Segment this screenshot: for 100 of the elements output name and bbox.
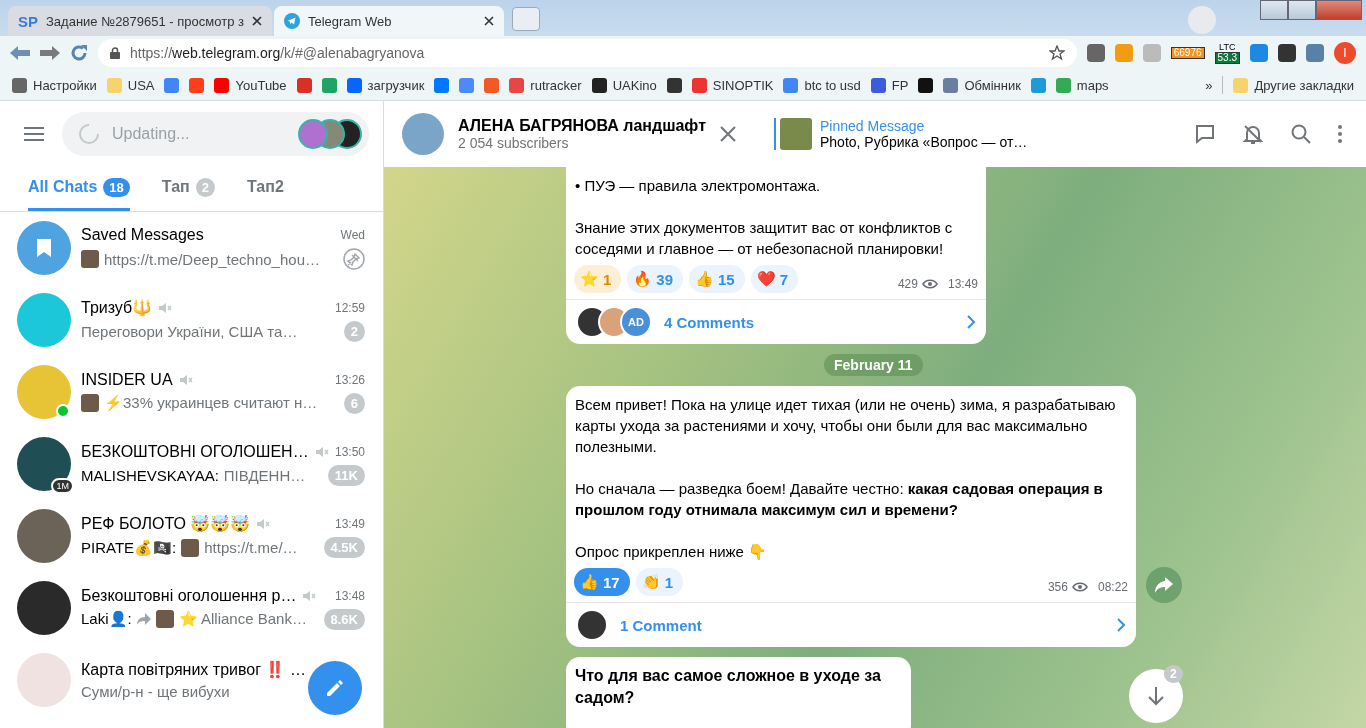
bookmark-icon [35,237,53,259]
unread-count: 6 [343,392,365,414]
more-bookmarks-button[interactable]: » [1205,77,1213,93]
muted-speaker-icon [178,374,193,385]
close-icon[interactable] [483,16,494,26]
share-button[interactable] [1146,567,1182,603]
unread-count: 2 [343,321,365,342]
bookmark[interactable]: rutracker [509,77,582,93]
chat-time: 13:26 [334,372,365,387]
chat-name[interactable]: РЕФ БОЛОТО 🤯🤯🤯 [81,514,251,533]
message-preview: ⚡33% украинцев считают н… [104,394,318,412]
view-count: 356 [1047,580,1068,594]
back-icon[interactable] [10,46,30,60]
bookmark[interactable]: SINOPTIK [691,77,774,93]
restore-button[interactable] [1288,0,1316,20]
price-badge: 53.3 [1214,52,1240,64]
new-tab-button[interactable] [511,7,540,31]
pencil-icon [325,678,345,698]
message-sender: PIRATE💰🏴‍☠: [81,538,177,557]
unread-count: 4.5K [323,537,365,558]
date-pill: February 11 [824,354,923,376]
chat-time: Wed [340,228,365,242]
chat-name[interactable]: Карта повітряних тривог ‼ … [81,660,306,679]
muted-speaker-icon [314,446,329,457]
browser-tab[interactable]: SP Задание №2879651 - просмотр з [8,6,272,36]
chat-name[interactable]: Saved Messages [81,226,204,244]
folder-count: 2 [195,177,215,197]
message-time: 08:22 [1097,580,1128,594]
message-sender: MALISHEVSKAYAA: [81,466,219,484]
chat-time: 12:59 [334,300,365,315]
message-text: Всем привет! Пока на улице идет тихая (или не очень) зима, я разрабатываю карты ухода за растениями и хочу, чтобы они были для вас максимально полезными. [575,395,1117,457]
bookmark[interactable]: Настройки [12,77,97,93]
profile-button[interactable]: I [1334,42,1356,64]
bookmark[interactable]: FP [870,77,909,93]
paper-plane-icon [283,13,300,29]
search-field[interactable]: Updating... [110,123,287,144]
bookmark-folder[interactable]: Другие закладки [1233,77,1354,93]
reaction-button[interactable]: ❤ 7 [750,265,799,293]
subscriber-count: 2 054 subscribers [458,135,570,151]
extension-icon[interactable] [1278,44,1296,62]
eye-icon [921,279,938,289]
chat-avatar [17,293,71,347]
chat-name[interactable]: INSIDER UA [81,370,173,389]
chat-time: 13:50 [334,444,365,459]
menu-icon[interactable] [24,126,44,141]
forward-icon[interactable] [40,46,60,60]
compose-button[interactable] [308,661,362,715]
bookmark[interactable]: maps [1055,77,1109,93]
extension-icon[interactable] [1086,44,1105,62]
bookmark[interactable]: USA [106,77,155,93]
chat-avatar [17,509,71,563]
bookmark[interactable]: UAKino [591,77,657,93]
star-icon[interactable] [1048,45,1065,61]
bookmark[interactable]: YouTube [214,77,287,93]
chat-name[interactable]: Тризуб🔱 [81,298,153,317]
chat-time: 13:49 [334,516,365,531]
spinner-icon [78,122,100,145]
avatar-badge: 1M [51,478,74,494]
message-text: Опрос прикреплен ниже 👇 [575,542,769,562]
search-bar[interactable]: Updating... [62,111,369,156]
message-preview: Переговори України, США та… [81,323,298,340]
minimize-button[interactable] [1260,0,1288,20]
extension-label: LTC [1219,42,1236,52]
folder-count: 18 [103,177,130,197]
browser-tab[interactable]: Telegram Web [273,6,504,36]
more-icon [1338,125,1342,143]
chevron-right-icon [1116,617,1126,633]
url-text: https://web.telegram.org/k/#@alenabagryanova [130,45,426,61]
commenter-avatar: AD [620,306,652,338]
chat-time: 13:48 [334,588,365,603]
close-icon[interactable] [251,16,262,26]
chat-name[interactable]: Безкоштовні оголошення р… [81,586,297,605]
speech-bubble-icon [1194,123,1216,145]
price-badge: 66976 [1170,47,1205,59]
chat-name[interactable]: БЕЗКОШТОВНІ ОГОЛОШЕН… [81,442,309,461]
message-text: Но сначала — разведка боем! Давайте честно: какая садовая операция в прошлом году отнимала максимум сил и времени? [575,479,1104,520]
story-avatars-drawing[interactable] [297,117,363,150]
poll-question: Что для вас самое сложное в уходе за садом? [566,657,911,728]
eye-icon [1071,582,1088,592]
channel-avatar[interactable] [402,113,444,155]
reload-icon[interactable] [70,44,88,62]
folder-tab[interactable]: Тап2 [247,166,284,211]
unread-count: 8.6K [323,608,365,630]
chat-avatar [17,581,71,635]
bookmark[interactable]: Обмінник [943,77,1021,93]
bookmark-icon[interactable] [918,77,934,93]
close-button[interactable] [1316,0,1362,20]
muted-speaker-icon [256,518,271,529]
pinned-message[interactable]: Pinned Message Photo, Рубрика «Вопрос — от… [774,118,1028,150]
message-text: Знание этих документов защитит вас от конфликтов с соседями и главное — от небезопасной планировки! [575,218,954,259]
address-bar[interactable]: https://web.telegram.org/k/#@alenabagryanova [98,39,1077,67]
muted-speaker-icon [302,590,317,601]
bookmark[interactable]: загрузчик [346,77,425,93]
bookmark-icon[interactable] [666,77,682,93]
message-sender: Laki👤: [81,610,132,628]
channel-title[interactable]: АЛЕНА БАГРЯНОВА ландшафт [458,117,706,135]
bookmark[interactable]: btc to usd [783,77,861,93]
unread-count: 11K [327,464,365,486]
folder-tab[interactable]: Тап 2 [161,166,215,211]
share-arrow-icon [1155,577,1173,593]
